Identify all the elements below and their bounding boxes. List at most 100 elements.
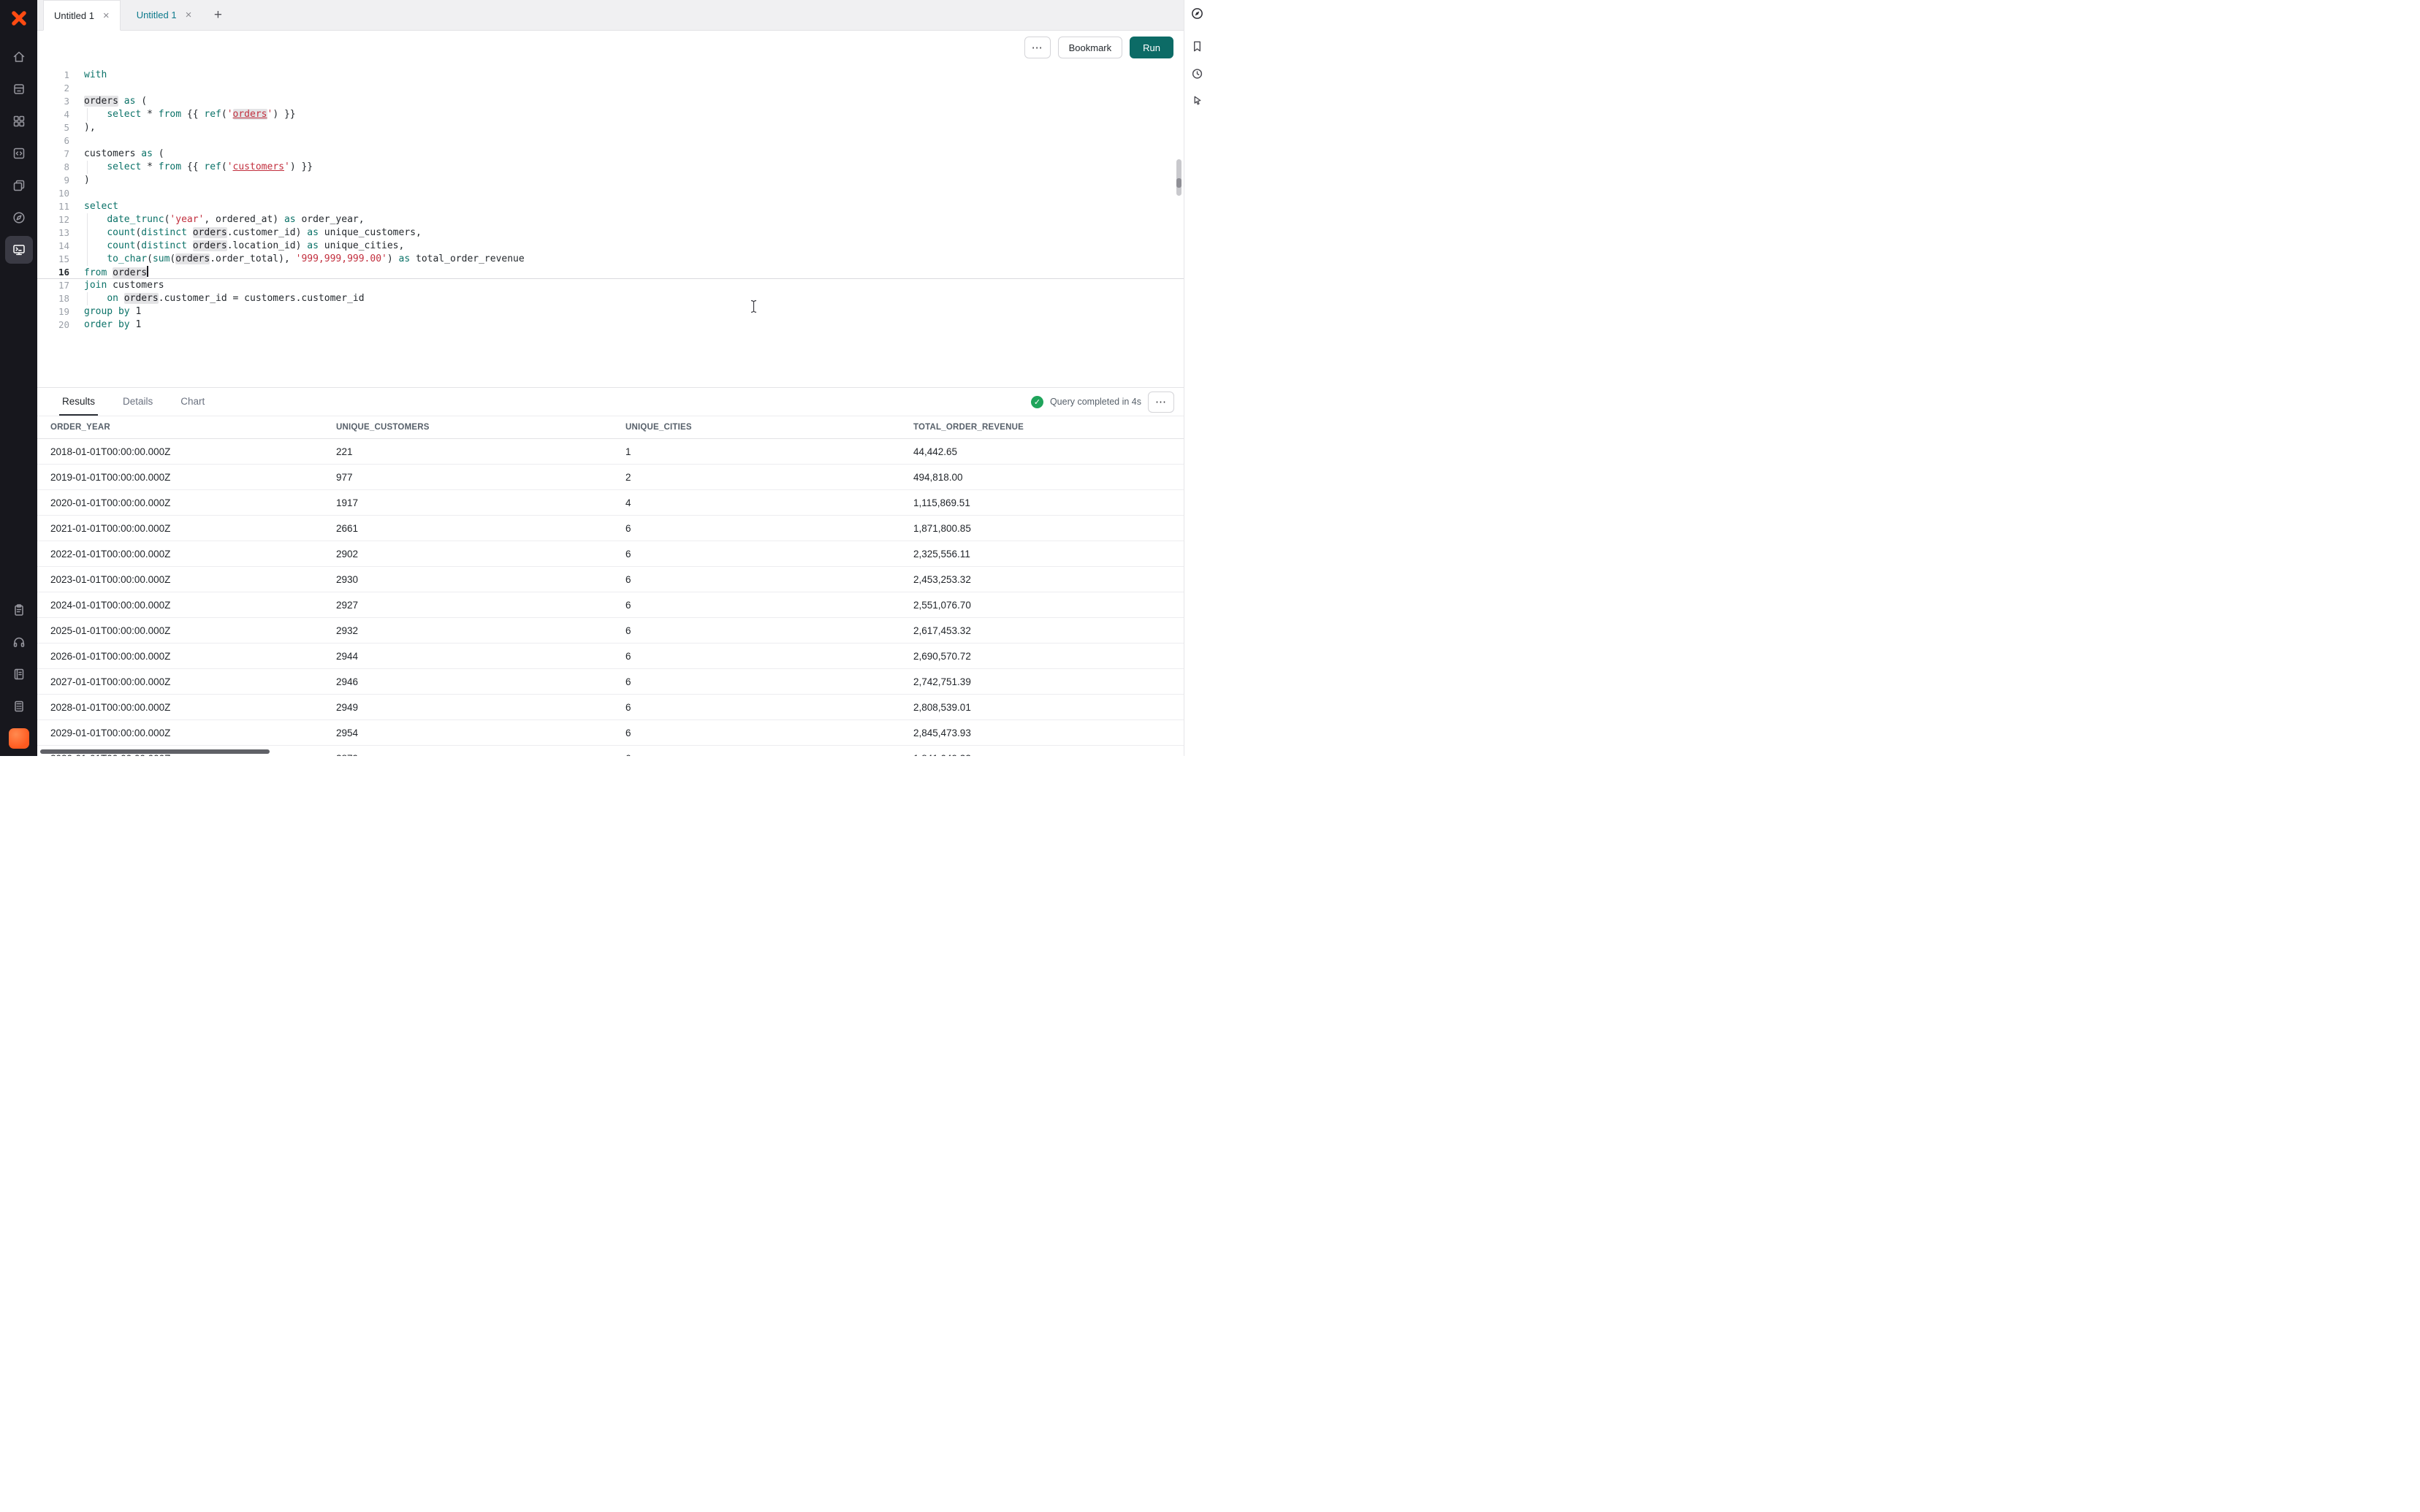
bookmarks-button[interactable] (1189, 37, 1206, 55)
editor-toolbar: ⋯ Bookmark Run (37, 31, 1184, 64)
explore-button[interactable] (5, 204, 33, 232)
editor-line-5[interactable]: 5), (37, 121, 1184, 134)
editor-line-9[interactable]: 9) (37, 174, 1184, 187)
support-button[interactable] (5, 628, 33, 656)
editor-line-15[interactable]: 15 to_char(sum(orders.order_total), '999… (37, 253, 1184, 266)
line-number: 6 (37, 134, 69, 148)
editor-line-14[interactable]: 14 count(distinct orders.location_id) as… (37, 240, 1184, 253)
history-button[interactable] (1189, 64, 1206, 82)
code-text[interactable]: ) (84, 174, 1184, 187)
line-number: 10 (37, 187, 69, 200)
new-tab-button[interactable]: + (208, 5, 228, 26)
code-text[interactable]: order by 1 (84, 318, 1184, 332)
close-tab-icon[interactable]: × (103, 10, 110, 21)
apps-grid-button[interactable] (5, 107, 33, 135)
code-text[interactable]: join customers (84, 279, 1184, 292)
home-button[interactable] (5, 43, 33, 71)
table-row[interactable]: 2021-01-01T00:00:00.000Z266161,871,800.8… (37, 516, 1184, 541)
editor-scrollbar-thumb[interactable] (1176, 159, 1182, 196)
column-header[interactable]: TOTAL_ORDER_REVENUE (913, 423, 1184, 432)
app-window: Untitled 1 × Untitled 1 × + ⋯ Bookmark R… (0, 0, 1210, 756)
editor-line-3[interactable]: 3orders as ( (37, 95, 1184, 108)
code-text[interactable]: to_char(sum(orders.order_total), '999,99… (84, 253, 1184, 266)
copilot-button[interactable] (1189, 4, 1206, 22)
tab-details[interactable]: Details (120, 388, 156, 416)
code-text[interactable]: count(distinct orders.location_id) as un… (84, 240, 1184, 253)
editor-line-2[interactable]: 2 (37, 82, 1184, 95)
table-row[interactable]: 2024-01-01T00:00:00.000Z292762,551,076.7… (37, 592, 1184, 618)
code-text[interactable]: select * from {{ ref('orders') }} (84, 108, 1184, 121)
code-text[interactable]: select (84, 200, 1184, 213)
table-cell: 6 (625, 753, 913, 757)
table-row[interactable]: 2020-01-01T00:00:00.000Z191741,115,869.5… (37, 490, 1184, 516)
pointer-select-button[interactable] (1189, 91, 1206, 109)
calculator-button[interactable] (5, 692, 33, 720)
code-text[interactable]: with (84, 69, 1184, 82)
code-text[interactable] (84, 82, 1184, 95)
editor-line-7[interactable]: 7customers as ( (37, 148, 1184, 161)
code-text[interactable]: group by 1 (84, 305, 1184, 318)
code-box-button[interactable] (5, 140, 33, 167)
more-options-button[interactable]: ⋯ (1024, 37, 1051, 58)
tab-chart[interactable]: Chart (178, 388, 208, 416)
code-text[interactable]: customers as ( (84, 148, 1184, 161)
bookmark-button[interactable]: Bookmark (1058, 37, 1123, 58)
column-header[interactable]: ORDER_YEAR (50, 423, 336, 432)
sql-editor[interactable]: 1with23orders as (4 select * from {{ ref… (37, 64, 1184, 387)
workbench-button[interactable] (5, 236, 33, 264)
code-text[interactable]: ), (84, 121, 1184, 134)
table-row[interactable]: 2022-01-01T00:00:00.000Z290262,325,556.1… (37, 541, 1184, 567)
column-header[interactable]: UNIQUE_CUSTOMERS (336, 423, 625, 432)
query-status-text: Query completed in 4s (1050, 397, 1141, 407)
app-logo[interactable] (8, 7, 30, 29)
table-row[interactable]: 2023-01-01T00:00:00.000Z293062,453,253.3… (37, 567, 1184, 592)
editor-tab-1[interactable]: Untitled 1 × (43, 0, 121, 31)
editor-line-11[interactable]: 11select (37, 200, 1184, 213)
code-text[interactable] (84, 187, 1184, 200)
table-row[interactable]: 2019-01-01T00:00:00.000Z9772494,818.00 (37, 465, 1184, 490)
column-header[interactable]: UNIQUE_CITIES (625, 423, 913, 432)
editor-tab-2[interactable]: Untitled 1 × (126, 0, 202, 30)
catalog-button[interactable] (5, 75, 33, 103)
table-cell: 2024-01-01T00:00:00.000Z (50, 600, 336, 611)
table-row[interactable]: 2028-01-01T00:00:00.000Z294962,808,539.0… (37, 695, 1184, 720)
windows-button[interactable] (5, 172, 33, 199)
user-avatar[interactable] (9, 728, 29, 749)
table-cell: 2029-01-01T00:00:00.000Z (50, 728, 336, 738)
table-row[interactable]: 2026-01-01T00:00:00.000Z294462,690,570.7… (37, 644, 1184, 669)
code-text[interactable]: from orders (84, 266, 1184, 279)
table-cell: 6 (625, 676, 913, 687)
editor-line-19[interactable]: 19group by 1 (37, 305, 1184, 318)
editor-line-13[interactable]: 13 count(distinct orders.customer_id) as… (37, 226, 1184, 240)
editor-line-1[interactable]: 1with (37, 69, 1184, 82)
editor-line-8[interactable]: 8 select * from {{ ref('customers') }} (37, 161, 1184, 174)
editor-line-18[interactable]: 18 on orders.customer_id = customers.cus… (37, 292, 1184, 305)
editor-line-16[interactable]: 16from orders (37, 266, 1184, 279)
code-text[interactable] (84, 134, 1184, 148)
code-text[interactable]: date_trunc('year', ordered_at) as order_… (84, 213, 1184, 226)
editor-line-17[interactable]: 17join customers (37, 279, 1184, 292)
editor-line-6[interactable]: 6 (37, 134, 1184, 148)
table-row[interactable]: 2025-01-01T00:00:00.000Z293262,617,453.3… (37, 618, 1184, 644)
table-row[interactable]: 2027-01-01T00:00:00.000Z294662,742,751.3… (37, 669, 1184, 695)
horizontal-scrollbar-thumb[interactable] (40, 749, 270, 754)
code-text[interactable]: count(distinct orders.customer_id) as un… (84, 226, 1184, 240)
notebook-button[interactable] (5, 660, 33, 688)
editor-line-12[interactable]: 12 date_trunc('year', ordered_at) as ord… (37, 213, 1184, 226)
results-more-button[interactable]: ⋯ (1148, 392, 1174, 413)
code-text[interactable]: orders as ( (84, 95, 1184, 108)
line-number: 5 (37, 121, 69, 134)
line-number: 12 (37, 213, 69, 226)
editor-line-4[interactable]: 4 select * from {{ ref('orders') }} (37, 108, 1184, 121)
code-text[interactable]: select * from {{ ref('customers') }} (84, 161, 1184, 174)
tab-results[interactable]: Results (59, 388, 98, 416)
table-cell: 1 (625, 446, 913, 457)
run-button[interactable]: Run (1130, 37, 1173, 58)
code-text[interactable]: on orders.customer_id = customers.custom… (84, 292, 1184, 305)
table-row[interactable]: 2018-01-01T00:00:00.000Z221144,442.65 (37, 439, 1184, 465)
table-row[interactable]: 2029-01-01T00:00:00.000Z295462,845,473.9… (37, 720, 1184, 746)
clipboard-button[interactable] (5, 596, 33, 624)
editor-line-10[interactable]: 10 (37, 187, 1184, 200)
editor-line-20[interactable]: 20order by 1 (37, 318, 1184, 332)
close-tab-icon[interactable]: × (186, 9, 192, 20)
